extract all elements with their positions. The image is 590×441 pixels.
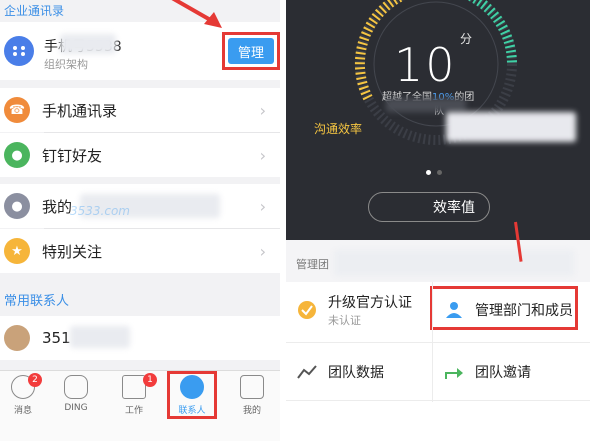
divider [286, 342, 590, 343]
tab-work[interactable]: 1 工作 [111, 373, 157, 421]
cell-label: 升级官方认证 [328, 295, 412, 311]
tab-ding[interactable]: DING [53, 375, 99, 421]
team-data-cell[interactable]: 团队数据 [286, 344, 432, 400]
divider [286, 400, 590, 401]
work-badge: 1 [143, 373, 157, 387]
chevron-right-icon: › [259, 145, 266, 165]
row-frequent-contact[interactable]: 351 [0, 316, 280, 360]
contact-name: 351 [42, 329, 71, 347]
row-special-attention[interactable]: ★ 特别关注 › [0, 229, 280, 273]
page-dot [426, 170, 431, 175]
efficiency-panel: 分 10 超越了全国10%的团 队 沟通效率 效率值 [286, 0, 590, 240]
bottom-tab-bar: 2 消息 DING 1 工作 联系人 我的 [0, 370, 280, 441]
row-label: 钉钉好友 [42, 146, 103, 165]
privacy-blur [386, 98, 466, 112]
management-title: 管理团 [296, 258, 329, 271]
tab-label: 我的 [242, 406, 261, 416]
contacts-screen: 企业通讯录 手机号5538 组织架构 管理 ☎ 手机通讯录 › ● 钉钉好友 [0, 0, 280, 441]
row-phone-contacts[interactable]: ☎ 手机通讯录 › [0, 88, 280, 132]
contacts-tab-highlight-frame [167, 371, 217, 419]
my-icon: ● [4, 193, 30, 219]
watermark: 3533.com [70, 204, 130, 218]
efficiency-value-button[interactable]: 效率值 [368, 192, 490, 222]
privacy-blur [60, 34, 116, 54]
row-dingtalk-friends[interactable]: ● 钉钉好友 › [0, 133, 280, 177]
privacy-blur [70, 326, 130, 348]
privacy-blur [334, 250, 574, 276]
star-icon: ★ [4, 238, 30, 264]
line-chart-icon [296, 361, 318, 383]
profile-icon [240, 375, 264, 399]
upgrade-certification-cell[interactable]: 升级官方认证 [286, 282, 432, 338]
row-label: 特别关注 [42, 242, 103, 261]
tab-label: DING [64, 403, 88, 413]
row-label: 手机通讯录 [42, 101, 118, 120]
efficiency-label: 沟通效率 [314, 122, 363, 136]
tab-messages[interactable]: 2 消息 [0, 373, 46, 421]
page-indicator [426, 170, 442, 175]
enterprise-section-title: 企业通讯录 [4, 4, 65, 18]
chevron-right-icon: › [259, 241, 266, 261]
screenshot-composite: 企业通讯录 手机号5538 组织架构 管理 ☎ 手机通讯录 › ● 钉钉好友 [0, 0, 590, 441]
share-arrow-icon [443, 361, 465, 383]
pill-label: 效率值 [433, 200, 475, 216]
tab-profile[interactable]: 我的 [229, 375, 275, 421]
team-invite-cell[interactable]: 团队邀请 [433, 344, 590, 400]
org-subtitle: 组织架构 [44, 58, 88, 71]
ding-icon [64, 375, 88, 399]
org-icon [4, 36, 34, 66]
privacy-blur [446, 112, 576, 142]
chevron-right-icon: › [259, 100, 266, 120]
chevron-right-icon: › [259, 196, 266, 216]
manage-departments-highlight-frame [430, 286, 578, 330]
score-unit: 分 [460, 32, 473, 46]
manage-button[interactable]: 管理 [228, 38, 274, 64]
pointer-arrow-icon [171, 0, 222, 28]
message-badge: 2 [28, 373, 42, 387]
cell-label: 团队邀请 [475, 365, 531, 381]
efficiency-score: 10 [394, 38, 457, 92]
certification-status: 未认证 [328, 314, 361, 327]
row-my[interactable]: ● 我的 › [0, 184, 280, 228]
phone-contacts-icon: ☎ [4, 97, 30, 123]
page-dot [437, 170, 442, 175]
avatar [4, 325, 30, 351]
friend-icon: ● [4, 142, 30, 168]
frequent-section-title: 常用联系人 [4, 294, 70, 309]
row-label: 我的 [42, 197, 73, 216]
tab-label: 消息 [13, 406, 32, 416]
manage-highlight-frame: 管理 [222, 32, 280, 70]
team-management-screen: 分 10 超越了全国10%的团 队 沟通效率 效率值 管理团 升级官方 [286, 0, 590, 441]
cell-label: 团队数据 [328, 365, 384, 381]
certified-check-icon [296, 299, 318, 321]
tab-label: 工作 [124, 406, 143, 416]
